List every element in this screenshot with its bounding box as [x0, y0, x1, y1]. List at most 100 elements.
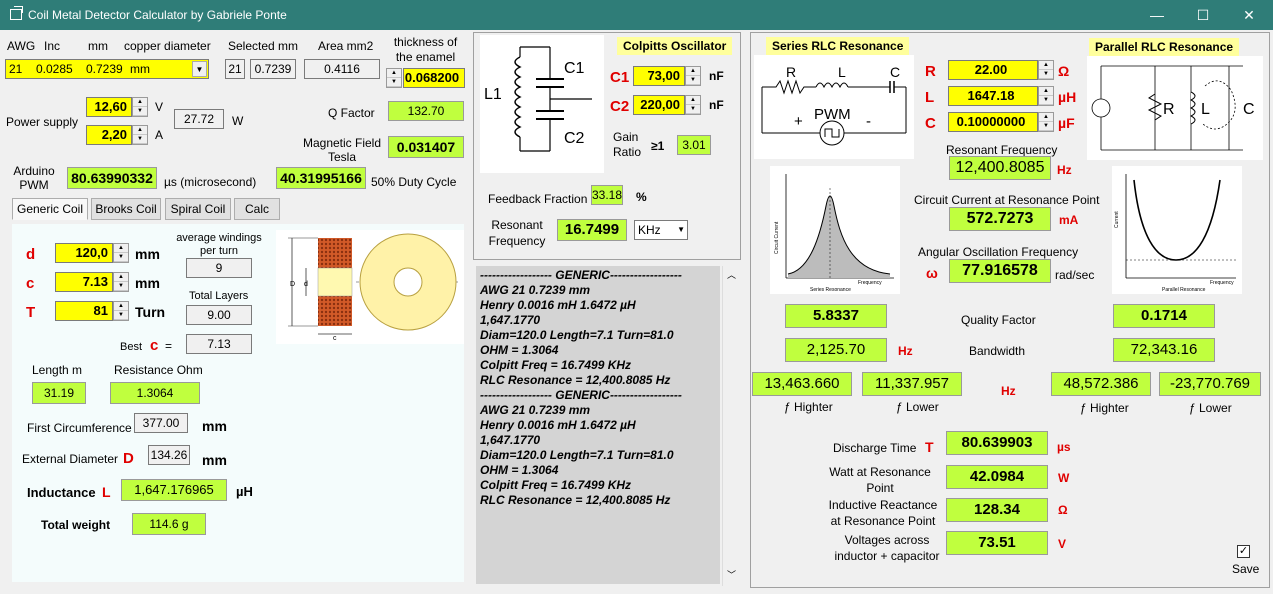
tab-brooks-coil[interactable]: Brooks Coil: [91, 198, 161, 220]
selected-mm-header: Selected mm: [228, 39, 299, 53]
rlc-c-label: C: [925, 115, 936, 132]
pwm-unit: µs (microsecond): [164, 175, 257, 189]
best-c-label: c: [150, 337, 159, 354]
avg-windings-value: 9: [186, 258, 252, 278]
c1-stepper[interactable]: ▲ ▼: [685, 66, 701, 86]
volts-unit: V: [155, 100, 164, 114]
scroll-up-icon[interactable]: ︿: [727, 268, 736, 281]
c2-input[interactable]: 220,00: [633, 95, 685, 115]
log-line: Henry 0.0016 mH 1.6472 µH: [480, 418, 636, 432]
resistance-value: 1.3064: [110, 382, 200, 404]
series-plot-xlabel: Frequency: [858, 280, 882, 286]
amps-input[interactable]: 2,20: [86, 125, 132, 145]
best-c-value: 7.13: [186, 334, 252, 354]
series-plot-caption: Series Resonance: [810, 287, 851, 293]
rlc-r-unit: Ω: [1058, 63, 1070, 79]
series-f-low-value: 11,337.957: [862, 372, 962, 396]
tab-spiral-coil[interactable]: Spiral Coil: [165, 198, 231, 220]
series-schem-r: R: [786, 64, 796, 80]
close-button[interactable]: ✕: [1226, 0, 1272, 30]
reactance-unit: Ω: [1058, 503, 1068, 517]
save-checkbox[interactable]: ✓: [1237, 545, 1250, 558]
c2-stepper[interactable]: ▲ ▼: [685, 95, 701, 115]
chevron-down-icon[interactable]: ▼: [192, 61, 207, 77]
d-input[interactable]: 120,0: [55, 243, 113, 263]
rlc-c-stepper[interactable]: ▲ ▼: [1038, 112, 1054, 132]
t-input[interactable]: 81: [55, 301, 113, 321]
log-line: RLC Resonance = 12,400.8085 Hz: [480, 373, 671, 387]
selected-awg: 21: [225, 59, 245, 79]
maximize-button[interactable]: ☐: [1180, 0, 1226, 30]
log-line: Diam=120.0 Length=7.1 Turn=81.0: [480, 328, 674, 342]
c-stepper[interactable]: ▲ ▼: [113, 272, 129, 292]
drawing-c-label: c: [333, 335, 337, 342]
log-line: AWG 21 0.7239 mm: [480, 403, 591, 417]
series-schem-plus: +: [794, 113, 803, 130]
reactance-value: 128.34: [946, 498, 1048, 522]
schem-c1-label: C1: [564, 60, 585, 77]
parallel-f-low-label: ƒ Lower: [1189, 401, 1232, 415]
voltage-value: 73.51: [946, 531, 1048, 555]
parallel-f-high-value: 48,572.386: [1051, 372, 1151, 396]
volts-stepper[interactable]: ▲ ▼: [132, 97, 148, 117]
q-factor-value: 132.70: [388, 101, 464, 121]
rlc-c-input[interactable]: 0.10000000: [948, 112, 1038, 132]
resonant-frequency-rlc-label: Resonant Frequency: [946, 143, 1058, 157]
resonant-frequency-rlc-unit: Hz: [1057, 163, 1072, 177]
parallel-f-high-label: ƒ Highter: [1080, 401, 1129, 415]
gain-ratio-value: 3.01: [677, 135, 711, 155]
magnetic-field-label: Magnetic Field Tesla: [302, 136, 382, 164]
t-unit: Turn: [135, 304, 166, 320]
discharge-time-label: Discharge Time: [833, 441, 917, 455]
schem-c2-label: C2: [564, 130, 585, 147]
c-label: c: [26, 275, 35, 292]
enamel-stepper[interactable]: ▲ ▼: [386, 68, 402, 88]
magnetic-field-value: 0.031407: [388, 136, 464, 158]
inductance-L: L: [102, 484, 111, 500]
discharge-T-label: T: [925, 439, 934, 455]
schem-l1-label: L1: [484, 86, 502, 103]
minimize-button[interactable]: —: [1134, 0, 1180, 30]
amps-stepper[interactable]: ▲ ▼: [132, 125, 148, 145]
awg-header: AWG: [7, 39, 36, 53]
awg-select[interactable]: 21 0.0285 0.7239 mm ▼: [5, 59, 209, 79]
tab-generic-coil[interactable]: Generic Coil: [12, 198, 88, 220]
external-diameter-unit: mm: [202, 452, 227, 468]
parallel-schem-c: C: [1243, 101, 1255, 118]
omega-label: ω: [926, 265, 938, 281]
inc-header: Inc: [44, 39, 61, 53]
best-label: Best: [120, 341, 143, 353]
feedback-label: Feedback Fraction: [488, 192, 588, 206]
frequency-unit-select[interactable]: KHz ▼: [634, 220, 688, 240]
rlc-r-input[interactable]: 22.00: [948, 60, 1038, 80]
log-line: ------------------ GENERIC--------------…: [480, 388, 682, 402]
volts-input[interactable]: 12,60: [86, 97, 132, 117]
log-line: ------------------ GENERIC--------------…: [480, 268, 682, 282]
voltage-unit: V: [1058, 537, 1067, 551]
external-diameter-value: 134.26: [148, 445, 190, 465]
tab-calc[interactable]: Calc: [234, 198, 280, 220]
rlc-l-input[interactable]: 1647.18: [948, 86, 1038, 106]
log-scrollbar[interactable]: ︿ ﹀: [722, 266, 740, 586]
title-bar: Coil Metal Detector Calculator by Gabrie…: [0, 0, 1273, 30]
circuit-current-value: 572.7273: [949, 207, 1051, 231]
circuit-current-unit: mA: [1059, 213, 1079, 227]
length-label: Length m: [32, 363, 83, 377]
c-input[interactable]: 7.13: [55, 272, 113, 292]
enamel-thickness-value[interactable]: 0.068200: [403, 68, 465, 88]
bandwidth-parallel-value: 72,343.16: [1113, 338, 1215, 362]
app-icon: [10, 6, 23, 20]
d-stepper[interactable]: ▲ ▼: [113, 243, 129, 263]
c1-input[interactable]: 73,00: [633, 66, 685, 86]
awg-value: 21: [9, 62, 23, 76]
c1-label: C1: [610, 69, 630, 86]
parallel-schem-l: L: [1201, 101, 1210, 118]
rlc-l-stepper[interactable]: ▲ ▼: [1038, 86, 1054, 106]
best-equals: =: [165, 339, 173, 353]
t-stepper[interactable]: ▲ ▼: [113, 301, 129, 321]
total-weight-label: Total weight: [41, 518, 111, 532]
rlc-r-stepper[interactable]: ▲ ▼: [1038, 60, 1054, 80]
scroll-down-icon[interactable]: ﹀: [727, 568, 736, 581]
series-f-low-label: ƒ Lower: [896, 400, 939, 414]
rlc-l-unit: µH: [1058, 89, 1077, 105]
